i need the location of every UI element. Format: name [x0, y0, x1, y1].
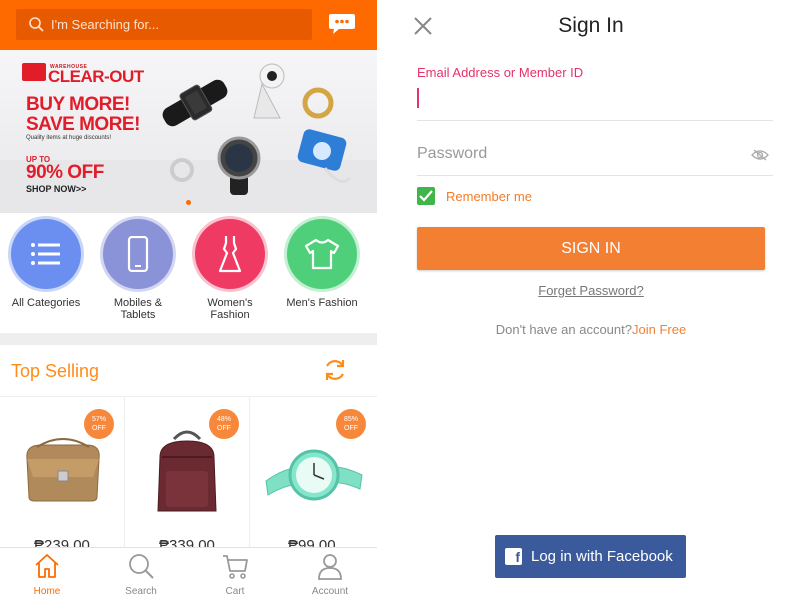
remember-me-checkbox[interactable]: Remember me	[417, 187, 532, 205]
section-title: Top Selling	[11, 361, 100, 381]
forget-password-text[interactable]: Forget Password?	[538, 283, 644, 298]
facebook-icon: f	[505, 548, 522, 565]
email-label: Email Address or Member ID	[417, 65, 584, 80]
text-caret	[417, 88, 419, 108]
email-field[interactable]: Email Address or Member ID	[417, 63, 773, 121]
product-card[interactable]: 57% OFF ₱239.00	[0, 397, 125, 554]
product-list: 57%OFF ₱239.00 48%OFF ₱339.00 85%OFF	[0, 396, 377, 554]
facebook-button-label: Log in with Facebook	[531, 548, 673, 565]
product-collage-image	[162, 63, 352, 195]
chat-icon[interactable]	[328, 12, 356, 36]
refresh-icon[interactable]	[322, 357, 348, 383]
handbag-image	[26, 438, 100, 502]
cart-icon	[223, 555, 248, 579]
category-label: All Categories	[11, 297, 81, 309]
product-card[interactable]: 48% OFF ₱339.00	[125, 397, 250, 554]
banner-cta: SHOP NOW>>	[26, 184, 87, 194]
nav-search[interactable]: Search	[106, 552, 176, 597]
category-row: All Categories Mobiles & Tablets Women's…	[0, 213, 377, 333]
dress-icon	[195, 219, 265, 289]
category-all[interactable]: All Categories	[1, 219, 91, 309]
box-logo-icon	[22, 63, 46, 81]
signup-prompt: Don't have an account?Join Free	[403, 322, 779, 337]
facebook-login-button[interactable]: f Log in with Facebook	[495, 535, 686, 578]
bottom-nav: Home Search Cart Account	[0, 547, 377, 600]
search-icon	[129, 554, 154, 579]
list-icon	[11, 219, 81, 289]
password-field[interactable]: Password	[417, 130, 773, 176]
category-label: Men's Fashion	[286, 297, 358, 309]
checkbox-checked-icon	[417, 187, 435, 205]
search-input[interactable]: I'm Searching for...	[16, 9, 312, 40]
watch-image	[265, 449, 363, 501]
category-label: Mobiles & Tablets	[113, 297, 163, 321]
banner-subtext: Quality items at huge discounts!	[26, 135, 112, 141]
page-title: Sign In	[558, 14, 624, 37]
home-icon	[35, 554, 59, 578]
tshirt-icon	[287, 219, 357, 289]
product-card[interactable]: 85% OFF ₱99.00	[250, 397, 377, 554]
user-icon	[318, 554, 342, 580]
nav-label: Cart	[225, 586, 245, 597]
category-womens[interactable]: Women's Fashion	[185, 219, 275, 321]
nav-label: Home	[33, 586, 61, 597]
top-bar: I'm Searching for...	[0, 0, 377, 50]
category-mobiles[interactable]: Mobiles & Tablets	[93, 219, 183, 321]
carousel-indicator[interactable]	[186, 200, 191, 205]
remember-me-label: Remember me	[446, 188, 532, 204]
section-divider	[0, 333, 377, 345]
promo-banner[interactable]: WAREHOUSE CLEAR-OUT BUY MORE! SAVE MORE!…	[0, 50, 377, 213]
search-icon	[29, 17, 44, 32]
sign-in-button[interactable]: SIGN IN	[417, 227, 765, 270]
nav-account[interactable]: Account	[295, 552, 365, 597]
search-placeholder: I'm Searching for...	[51, 17, 159, 32]
nav-label: Search	[125, 586, 157, 597]
signin-screen: Sign In Email Address or Member ID Passw…	[403, 0, 800, 600]
backpack-image	[157, 430, 217, 512]
banner-discount: 90% OFF	[26, 162, 104, 183]
nav-home[interactable]: Home	[12, 552, 82, 597]
password-placeholder: Password	[417, 145, 488, 162]
nav-label: Account	[311, 586, 349, 597]
category-label: Women's Fashion	[207, 297, 253, 321]
join-free-link[interactable]: Join Free	[632, 322, 686, 337]
forget-password-link: Forget Password?	[403, 283, 779, 298]
no-account-text: Don't have an account?	[495, 322, 632, 337]
home-screen: I'm Searching for... WAREHOUSE CLEAR-OUT…	[0, 0, 377, 600]
nav-cart[interactable]: Cart	[200, 552, 270, 597]
banner-headline: CLEAR-OUT	[48, 67, 144, 86]
phone-icon	[103, 219, 173, 289]
eye-slash-icon[interactable]	[751, 149, 769, 161]
banner-tagline: BUY MORE! SAVE MORE!	[26, 94, 140, 135]
category-mens[interactable]: Men's Fashion	[277, 219, 367, 309]
